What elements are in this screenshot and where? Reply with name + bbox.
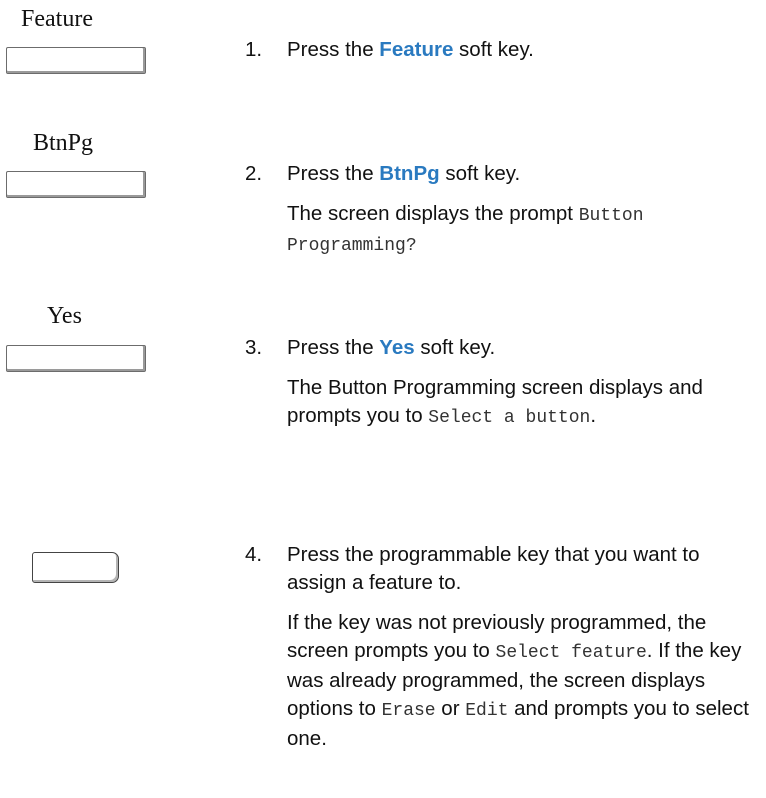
step-instruction: Press the Yes soft key. (287, 336, 496, 359)
step-number: 3. (245, 336, 263, 359)
step-note: If the key was not previously programmed… (287, 611, 749, 750)
yes-key-caption: Yes (47, 303, 82, 329)
step-3: 3. Press the Yes soft key. The Button Pr… (245, 334, 765, 432)
soft-key-name: Feature (379, 38, 454, 61)
btnpg-key-caption: BtnPg (33, 130, 94, 156)
step-4: 4. Press the programmable key that you w… (245, 541, 765, 753)
edit-option: Edit (465, 701, 509, 721)
step-number: 2. (245, 162, 263, 185)
soft-key-name: Yes (379, 336, 415, 359)
screen-prompt: Select feature (495, 643, 647, 663)
step-2: 2. Press the BtnPg soft key. The screen … (245, 160, 765, 260)
step-instruction: Press the BtnPg soft key. (287, 162, 521, 185)
step-number: 4. (245, 543, 263, 566)
yes-soft-key[interactable] (6, 345, 146, 372)
erase-option: Erase (381, 701, 436, 721)
feature-key-caption: Feature (21, 6, 93, 32)
step-number: 1. (245, 38, 263, 61)
btnpg-soft-key[interactable] (6, 171, 146, 198)
soft-key-name: BtnPg (379, 162, 440, 185)
step-1: 1. Press the Feature soft key. (245, 36, 765, 64)
screen-prompt: Select a button (428, 408, 591, 428)
feature-soft-key[interactable] (6, 47, 146, 74)
step-instruction: Press the programmable key that you want… (287, 543, 700, 594)
step-instruction: Press the Feature soft key. (287, 38, 534, 61)
step-note: The screen displays the prompt Button Pr… (287, 202, 644, 256)
step-note: The Button Programming screen displays a… (287, 376, 703, 428)
programmable-key[interactable] (32, 552, 119, 583)
